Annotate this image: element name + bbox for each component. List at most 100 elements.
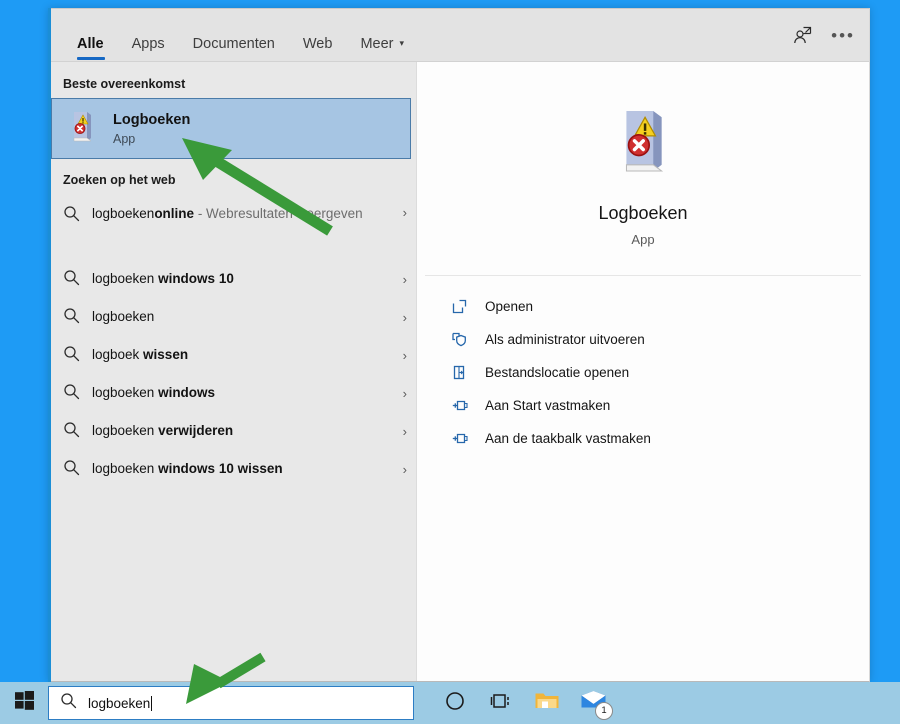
search-icon <box>60 692 77 714</box>
event-viewer-icon <box>612 111 674 180</box>
web-result-label: logboeken <box>89 307 393 327</box>
tab-meer-label: Meer <box>360 35 394 52</box>
web-result-prefix: logboek <box>92 347 144 363</box>
action-aan-de-taakbalk-vastmaken[interactable]: Aan de taakbalk vastmaken <box>451 422 861 455</box>
tab-web[interactable]: Web <box>289 35 347 63</box>
web-result-suffix: - Webresultaten weergeven <box>194 206 363 221</box>
best-match-heading: Beste overeenkomst <box>63 77 186 91</box>
web-result-item[interactable]: logboeken windows 10 › <box>48 260 416 298</box>
windows-logo-icon <box>14 690 35 716</box>
web-result-prefix: logboeken <box>92 385 159 401</box>
search-icon <box>63 345 89 367</box>
web-result-prefix: logboeken <box>92 271 159 287</box>
search-icon <box>63 205 89 227</box>
desktop: Alle Apps Documenten Web Meer ▾ ••• Best… <box>0 0 900 724</box>
app-actions-list: Openen Als administrator uitvoeren Besta… <box>425 276 861 455</box>
web-result-prefix: logboeken <box>92 423 159 439</box>
web-result-label: logboeken windows 10 wissen <box>89 459 393 479</box>
account-icon[interactable] <box>792 25 813 50</box>
action-label: Als administrator uitvoeren <box>485 332 645 347</box>
search-icon <box>63 421 89 443</box>
web-result-label: logboeken windows 10 <box>89 269 393 289</box>
search-header: Alle Apps Documenten Web Meer ▾ ••• <box>48 9 869 62</box>
web-result-prefix: logboeken <box>92 309 155 325</box>
web-result-bold: windows 10 <box>158 271 234 287</box>
web-result-item[interactable]: logboeken › <box>48 298 416 336</box>
web-result-item[interactable]: logboekenonline - Webresultaten weergeve… <box>48 196 416 260</box>
web-result-label: logboeken verwijderen <box>89 421 393 441</box>
search-tabs: Alle Apps Documenten Web Meer ▾ <box>64 9 418 62</box>
search-icon <box>63 269 89 291</box>
cortana-circle-icon <box>445 691 465 716</box>
chevron-right-icon: › <box>402 462 407 477</box>
preview-app-title: Logboeken <box>598 203 688 223</box>
best-match-title: Logboeken <box>113 111 191 128</box>
panel-left-accent <box>48 8 51 682</box>
folder-location-icon <box>451 364 485 381</box>
search-flyout-panel: Alle Apps Documenten Web Meer ▾ ••• Best… <box>48 8 870 682</box>
app-preview-card: Logboeken App <box>425 70 861 276</box>
search-input-value: logboeken <box>88 695 153 711</box>
web-result-item[interactable]: logboeken verwijderen › <box>48 412 416 450</box>
web-result-item[interactable]: logboek wissen › <box>48 336 416 374</box>
cortana-button[interactable] <box>432 682 478 724</box>
chevron-right-icon: › <box>402 272 407 287</box>
web-result-prefix: logboeken <box>92 206 155 221</box>
web-result-item[interactable]: logboeken windows 10 wissen › <box>48 450 416 488</box>
tab-meer[interactable]: Meer ▾ <box>346 35 418 63</box>
open-window-icon <box>451 298 485 315</box>
chevron-right-icon: › <box>402 205 407 220</box>
file-explorer-button[interactable] <box>524 682 570 724</box>
action-label: Aan Start vastmaken <box>485 398 611 413</box>
tab-alle[interactable]: Alle <box>64 35 118 63</box>
web-result-item[interactable]: logboeken windows › <box>48 374 416 412</box>
web-result-bold: wissen <box>143 347 189 363</box>
tab-documenten[interactable]: Documenten <box>179 35 289 63</box>
web-result-label: logboek wissen <box>89 345 393 365</box>
web-results-list: logboekenonline - Webresultaten weergeve… <box>48 196 416 488</box>
web-result-label: logboeken windows <box>89 383 393 403</box>
best-match-subtitle: App <box>113 132 136 147</box>
pin-icon <box>451 397 485 414</box>
folder-icon <box>534 690 560 716</box>
search-body: Beste overeenkomst Logboeken App Zoeken … <box>48 62 869 681</box>
tab-web-label: Web <box>302 35 333 52</box>
action-label: Aan de taakbalk vastmaken <box>485 431 651 446</box>
chevron-down-icon: ▾ <box>399 37 405 48</box>
more-options-icon[interactable]: ••• <box>831 26 855 50</box>
chevron-right-icon: › <box>402 424 407 439</box>
search-header-actions: ••• <box>792 25 855 62</box>
tab-documenten-label: Documenten <box>192 35 275 52</box>
start-button[interactable] <box>0 682 48 724</box>
mail-button[interactable]: 1 <box>570 682 616 724</box>
best-match-text: Logboeken App <box>113 111 190 146</box>
action-label: Bestandslocatie openen <box>485 365 630 380</box>
taskbar: logboeken 1 <box>0 682 900 724</box>
tab-apps[interactable]: Apps <box>118 35 179 63</box>
search-icon <box>63 307 89 329</box>
preview-column: Logboeken App Openen Als administrator u… <box>417 62 869 681</box>
action-openen[interactable]: Openen <box>451 290 861 323</box>
web-result-bold: verwijderen <box>158 423 234 439</box>
task-view-button[interactable] <box>478 682 524 724</box>
chevron-right-icon: › <box>402 386 407 401</box>
action-bestandslocatie-openen[interactable]: Bestandslocatie openen <box>451 356 861 389</box>
chevron-right-icon: › <box>402 348 407 363</box>
mail-badge-count: 1 <box>595 702 613 720</box>
shield-run-as-admin-icon <box>451 331 485 348</box>
tab-alle-label: Alle <box>77 35 104 52</box>
action-label: Openen <box>485 299 534 314</box>
search-icon <box>63 459 89 481</box>
pin-icon <box>451 430 485 447</box>
tab-apps-label: Apps <box>131 35 165 52</box>
task-view-icon <box>490 691 512 716</box>
web-result-bold: online <box>154 206 195 221</box>
search-icon <box>63 383 89 405</box>
text-cursor <box>151 695 153 711</box>
action-als-administrator-uitvoeren[interactable]: Als administrator uitvoeren <box>451 323 861 356</box>
web-result-bold: windows <box>158 385 216 401</box>
action-aan-start-vastmaken[interactable]: Aan Start vastmaken <box>451 389 861 422</box>
results-column: Beste overeenkomst Logboeken App Zoeken … <box>48 62 416 681</box>
best-match-result-logboeken[interactable]: Logboeken App <box>51 98 411 159</box>
taskbar-search-input[interactable]: logboeken <box>48 686 414 720</box>
